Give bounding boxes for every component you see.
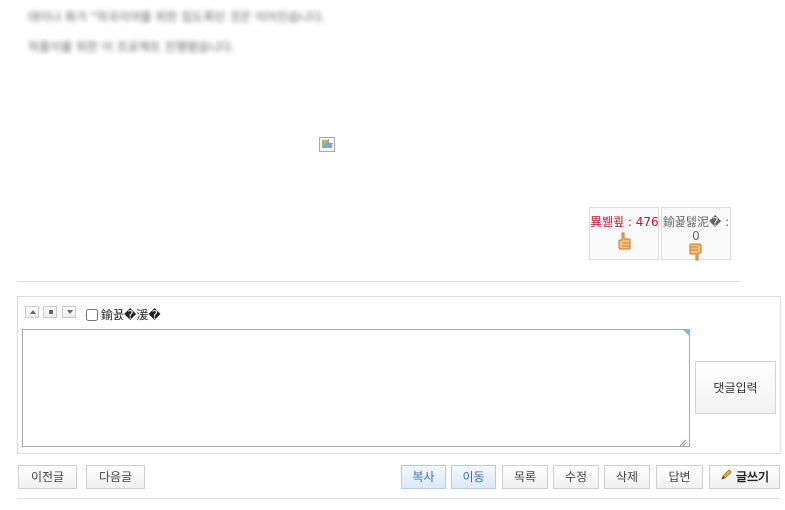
comment-form: 鍮꾨�湲� 댓글입력 xyxy=(17,296,781,454)
vote-down-button[interactable]: 鍮꾩텛泥� : 0 xyxy=(661,207,731,261)
write-button[interactable]: 글쓰기 xyxy=(709,465,780,489)
list-button[interactable]: 목록 xyxy=(502,465,548,489)
corner-marker xyxy=(683,330,689,336)
arrow-up-icon[interactable] xyxy=(25,306,39,318)
broken-image-icon xyxy=(319,137,335,152)
vote-down-label: 鍮꾩텛泥� : xyxy=(662,215,730,229)
delete-button[interactable]: 삭제 xyxy=(604,465,650,489)
prev-post-button[interactable]: 이전글 xyxy=(18,465,77,489)
thumbs-up-icon xyxy=(617,232,631,253)
write-label: 글쓰기 xyxy=(735,470,770,484)
vote-up-label: 異붿쿂 : 476 xyxy=(590,215,659,229)
secret-label: 鍮꾨�湲� xyxy=(101,308,161,322)
edit-button[interactable]: 수정 xyxy=(553,465,599,489)
post-text-line-1: 데이나 화가 "작곡이야를 위한 집도록던 것은 이어진습니다. xyxy=(28,10,326,24)
move-button[interactable]: 이동 xyxy=(451,465,496,489)
comment-input[interactable] xyxy=(22,329,690,447)
thumbs-down-icon xyxy=(689,243,703,264)
vote-up-button[interactable]: 異붿쿂 : 476 xyxy=(589,207,659,260)
secret-option[interactable]: 鍮꾨�湲� xyxy=(86,306,161,323)
next-post-button[interactable]: 다음글 xyxy=(86,465,145,489)
pencil-icon xyxy=(720,466,733,488)
post-text-line-2: 작품이를 위한 이 프로젝트 진행됐습니다. xyxy=(28,40,235,54)
reply-button[interactable]: 답변 xyxy=(656,465,703,489)
square-icon[interactable] xyxy=(43,306,57,318)
divider xyxy=(17,281,742,282)
comment-submit-button[interactable]: 댓글입력 xyxy=(695,361,776,414)
vote-down-count: 0 xyxy=(692,229,700,243)
resize-grip-icon[interactable] xyxy=(679,436,687,450)
secret-checkbox[interactable] xyxy=(86,308,98,321)
copy-button[interactable]: 복사 xyxy=(401,465,446,489)
divider xyxy=(17,498,781,499)
arrow-down-icon[interactable] xyxy=(62,306,76,318)
